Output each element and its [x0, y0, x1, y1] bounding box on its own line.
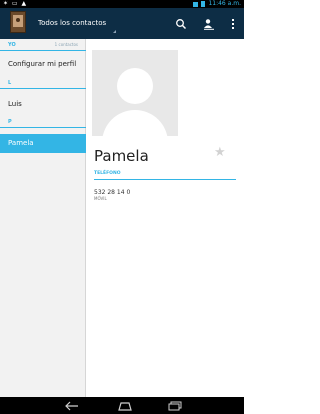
status-bar: ✶ ▭ ▲ 11:46 a.m.: [0, 0, 244, 8]
overflow-menu-icon[interactable]: [228, 17, 238, 31]
contact-detail-pane: Pamela ★ TELÉFONO 532 28 14 0 MÓVIL: [86, 39, 244, 397]
avatar-body-shape: [102, 110, 168, 136]
list-item-setup-profile[interactable]: Configurar mi perfil: [0, 60, 86, 68]
contact-list: YO 1 contactos Configurar mi perfil L Lu…: [0, 39, 86, 397]
action-bar: Todos los contactos: [0, 8, 244, 39]
battery-icon: [201, 1, 206, 7]
navigation-bar: [0, 397, 244, 414]
status-icons: 11:46 a.m.: [193, 0, 241, 8]
contact-photo[interactable]: [92, 50, 178, 136]
back-button[interactable]: [62, 400, 82, 411]
star-icon[interactable]: ★: [214, 145, 226, 160]
signal-icon: [193, 1, 199, 7]
spinner-caret-icon: [113, 30, 116, 33]
home-button[interactable]: [115, 400, 135, 411]
add-contact-icon[interactable]: [202, 17, 216, 31]
phone-number[interactable]: 532 28 14 0: [94, 189, 130, 196]
list-item-pamela[interactable]: Pamela: [0, 134, 86, 153]
notification-icons: ✶ ▭ ▲: [3, 0, 28, 7]
search-icon[interactable]: [174, 17, 188, 31]
recent-apps-button[interactable]: [165, 400, 185, 411]
avatar-head-shape: [117, 68, 153, 104]
contacts-app-icon[interactable]: [10, 11, 26, 33]
contact-name: Pamela: [94, 147, 149, 165]
contacts-filter-spinner[interactable]: Todos los contactos: [38, 16, 106, 30]
phone-section-header: TELÉFONO: [94, 171, 236, 180]
section-header-me: YO 1 contactos: [0, 42, 86, 51]
clock: 11:46 a.m.: [208, 0, 241, 7]
section-header-l: L: [0, 80, 86, 89]
list-item-luis[interactable]: Luis: [0, 100, 86, 108]
section-header-p: P: [0, 119, 86, 128]
phone-type-label: MÓVIL: [94, 196, 107, 201]
